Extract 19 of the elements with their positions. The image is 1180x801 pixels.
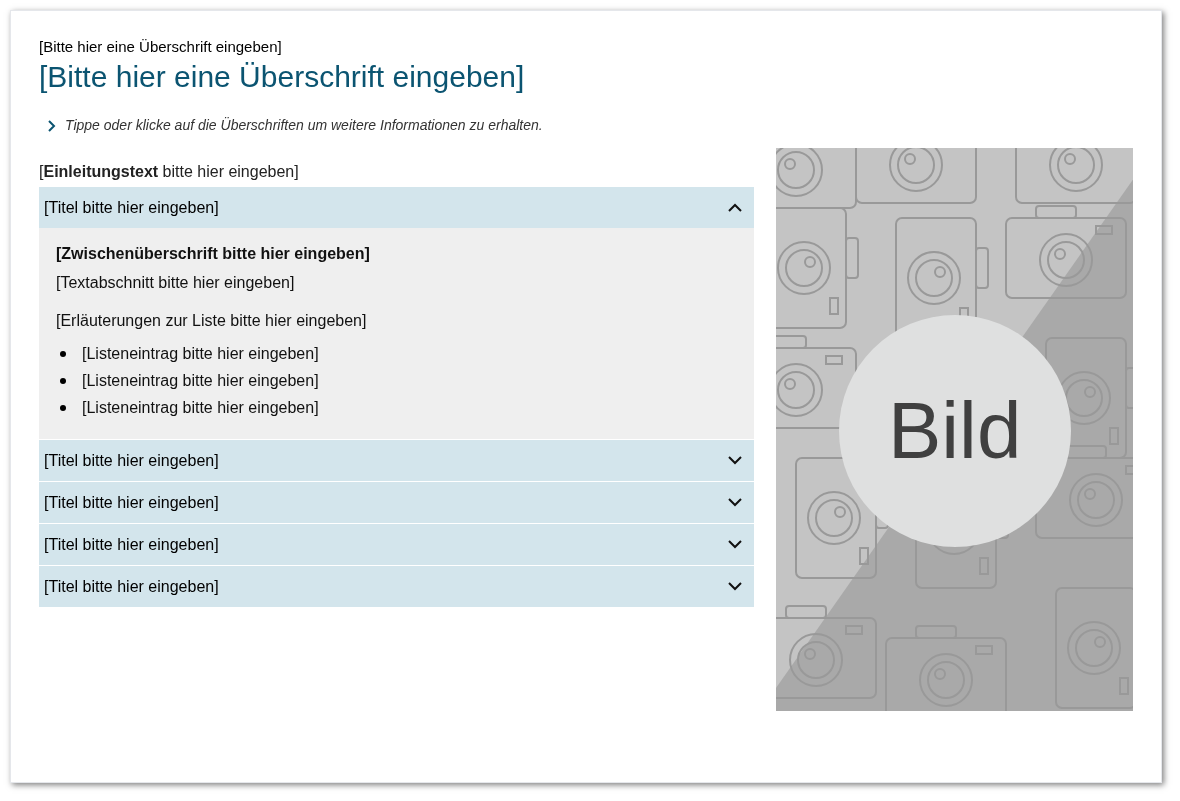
hint-text: Tippe oder klicke auf die Überschriften um weitere Informationen zu erhalten. bbox=[65, 116, 543, 135]
list-item: [Listeneintrag bitte hier eingeben] bbox=[82, 398, 319, 418]
paragraph-text: [Textabschnitt bitte hier eingeben] bbox=[56, 273, 296, 293]
accordion-header[interactable]: [Titel bitte hier eingeben] bbox=[39, 524, 754, 565]
bullet-icon bbox=[60, 377, 66, 384]
kicker-heading: [Bitte hier eine Überschrift eingeben] bbox=[39, 37, 283, 57]
list-item: [Listeneintrag bitte hier eingeben] bbox=[82, 371, 319, 391]
accordion-header[interactable]: [Titel bitte hier eingeben] bbox=[39, 187, 754, 228]
accordion-header[interactable]: [Titel bitte hier eingeben] bbox=[39, 440, 754, 481]
chevron-right-icon bbox=[47, 119, 57, 132]
intro-text: [Einleitungstext bitte hier eingeben] bbox=[39, 162, 300, 182]
accordion-header[interactable]: [Titel bitte hier eingeben] bbox=[39, 482, 754, 523]
accordion-header[interactable]: [Titel bitte hier eingeben] bbox=[39, 566, 754, 607]
subheading: [Zwischenüberschrift bitte hier eingeben] bbox=[56, 244, 371, 264]
page-title: [Bitte hier eine Überschrift eingeben] bbox=[39, 59, 526, 95]
bullet-icon bbox=[60, 350, 66, 357]
list-item: [Listeneintrag bitte hier eingeben] bbox=[82, 344, 319, 364]
bullet-icon bbox=[60, 404, 66, 411]
list-intro-text: [Erläuterungen zur Liste bitte hier eingeben] bbox=[56, 311, 368, 331]
